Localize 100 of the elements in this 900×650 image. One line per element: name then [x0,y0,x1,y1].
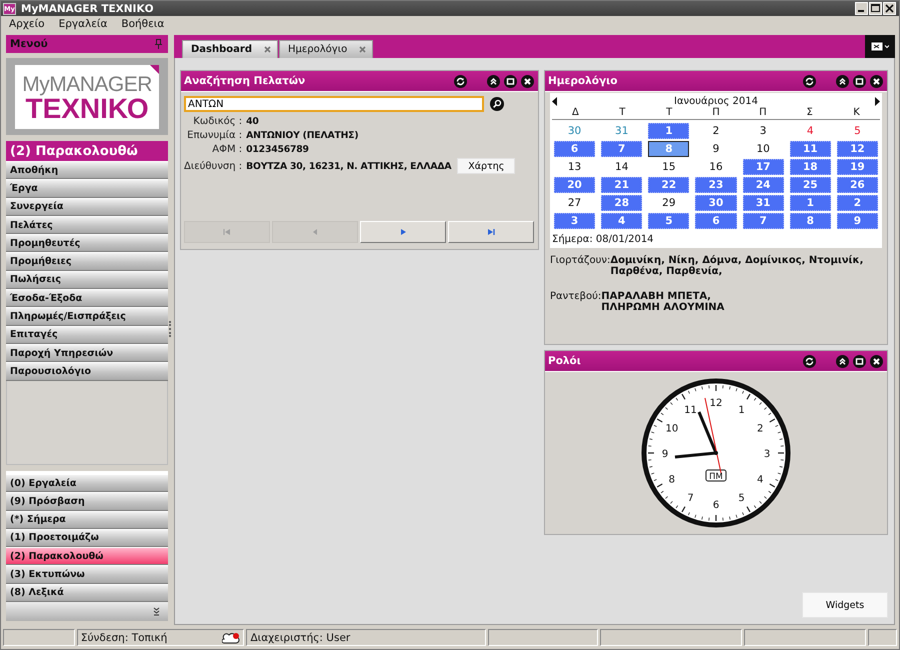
calendar-day[interactable]: 1 [648,123,690,139]
menu-item[interactable]: Πελάτες [6,216,168,234]
calendar-day[interactable]: 21 [601,177,642,193]
calendar-day[interactable]: 20 [554,177,596,193]
calendar-day[interactable]: 5 [648,213,690,229]
calendar-day[interactable]: 4 [790,123,831,139]
calendar-day[interactable]: 31 [742,195,784,211]
calendar-day[interactable]: 23 [695,177,737,193]
clock-number: 10 [665,424,678,434]
minimize-button[interactable] [855,2,868,15]
refresh-icon[interactable] [803,74,816,88]
double-chevron-icon[interactable] [153,607,160,616]
pin-icon[interactable] [155,39,162,49]
menu-item[interactable]: Παρουσιολόγιο [6,362,168,381]
maximize-button[interactable] [869,2,882,15]
calendar-day[interactable]: 24 [742,177,784,193]
calendar-day[interactable]: 8 [790,213,831,229]
calendar-day[interactable]: 7 [601,141,642,157]
calendar-day[interactable]: 2 [695,123,737,139]
calendar-day[interactable]: 15 [648,159,690,175]
collapse-icon[interactable] [836,74,849,88]
calendar-day[interactable]: 18 [790,159,831,175]
menu-item[interactable]: Παροχή Υπηρεσιών [6,344,168,362]
field-label: Κωδικός : [192,116,242,127]
previous-month-icon[interactable] [552,96,557,106]
calendar-day[interactable]: 9 [836,213,878,229]
close-icon[interactable] [521,74,534,88]
calendar-day[interactable]: 22 [648,177,690,193]
close-button[interactable] [883,2,896,15]
menu-group[interactable]: (2) Παρακολουθώ [6,547,168,566]
logo-text: MyMANAGER [22,74,152,95]
weekday-label: Σ [806,107,814,118]
calendar-day[interactable]: 30 [695,195,737,211]
calendar-day[interactable]: 17 [742,159,784,175]
menu-item[interactable]: Επιταγές [6,326,168,344]
calendar-day[interactable]: 25 [790,177,831,193]
calendar-day[interactable]: 10 [742,141,784,157]
close-icon[interactable] [870,354,883,368]
widgets-button[interactable]: Widgets [802,592,888,618]
tab[interactable]: Ημερολόγιο [279,40,374,58]
field-label: Διεύθυνση : [184,160,242,172]
tab[interactable]: Dashboard [182,40,278,58]
last-button[interactable] [448,221,534,243]
menu-item[interactable]: Πωλήσεις [6,270,168,290]
menu-item[interactable]: Βοήθεια [121,18,164,30]
weekday-label: Κ [852,107,861,118]
menu-group[interactable]: (1) Προετοιμάζω [6,528,168,548]
calendar-day[interactable]: 12 [836,141,878,157]
calendar-day[interactable]: 7 [742,213,784,229]
calendar-day[interactable]: 19 [836,159,878,175]
menu-item[interactable]: Αρχείο [9,18,45,30]
menu-group[interactable]: (*) Σήμερα [6,510,168,529]
maximize-icon[interactable] [853,74,866,88]
maximize-icon[interactable] [853,354,866,368]
calendar-day[interactable]: 1 [790,195,831,211]
calendar-day[interactable]: 11 [790,141,831,157]
menu-item[interactable]: Προμηθευτές [6,234,168,252]
search-field[interactable]: ΑΝΤΩΝ [184,96,484,112]
refresh-icon[interactable] [454,74,467,88]
menu-item[interactable]: Έργα [6,179,168,198]
menu-item[interactable]: Έσοδα-Έξοδα [6,289,168,308]
close-icon[interactable] [870,74,883,88]
next-month-icon[interactable] [874,96,880,106]
calendar-day[interactable]: 16 [695,159,737,175]
calendar-day[interactable]: 9 [695,141,737,157]
menu-item[interactable]: Συνεργεία [6,198,168,216]
next-button[interactable] [360,221,446,243]
menu-group[interactable]: (9) Πρόσβαση [6,492,168,511]
menu-item[interactable]: Αποθήκη [6,161,168,180]
calendar-day[interactable]: 26 [836,177,878,193]
menu-item[interactable]: Προμήθειες [6,252,168,271]
menu-item[interactable]: Πληρωμές/Εισπράξεις [6,307,168,326]
calendar-day[interactable]: 13 [554,159,596,175]
map-button[interactable]: Χάρτης [457,158,516,174]
calendar-day[interactable]: 3 [742,123,784,139]
calendar-day[interactable]: 27 [554,195,596,211]
clock-number: 7 [687,493,694,504]
menu-item[interactable]: Εργαλεία [58,18,108,30]
calendar-day[interactable]: 29 [648,195,690,211]
logo-text: ΤΕΧΝΙΚΟ [25,95,149,123]
menu-group[interactable]: (8) Λεξικά [6,584,168,602]
calendar-day[interactable]: 6 [695,213,737,229]
calendar-day[interactable]: 5 [836,123,878,139]
search-icon[interactable] [490,97,504,111]
calendar-day[interactable]: 6 [554,141,596,157]
calendar-day[interactable]: 30 [554,123,596,139]
collapse-icon[interactable] [836,354,849,368]
clock-number: 2 [756,424,764,434]
corner-menu[interactable] [865,35,895,58]
refresh-icon[interactable] [803,354,816,368]
calendar-day[interactable]: 28 [601,195,642,211]
menu-group[interactable]: (0) Εργαλεία [6,474,168,492]
maximize-icon[interactable] [504,74,517,88]
calendar-day[interactable]: 31 [601,123,642,139]
collapse-icon[interactable] [487,74,500,88]
calendar-day[interactable]: 3 [554,213,596,229]
calendar-day[interactable]: 4 [601,213,642,229]
calendar-day[interactable]: 14 [601,159,642,175]
calendar-day[interactable]: 2 [836,195,878,211]
menu-group[interactable]: (3) Εκτυπώνω [6,565,168,584]
